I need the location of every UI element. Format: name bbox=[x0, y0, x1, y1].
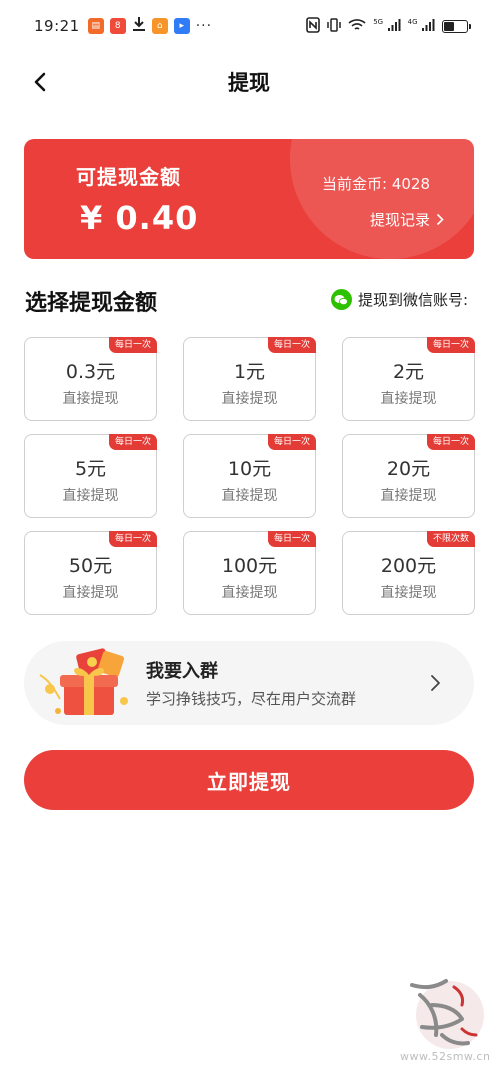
option-amount: 0.3元 bbox=[65, 360, 116, 383]
limit-badge: 每日一次 bbox=[267, 531, 316, 547]
option-desc: 直接提现 bbox=[62, 390, 119, 407]
battery-icon bbox=[442, 19, 471, 33]
wifi-icon bbox=[348, 18, 366, 35]
download-icon bbox=[132, 16, 146, 36]
limit-badge: 每日一次 bbox=[108, 337, 157, 353]
wechat-icon bbox=[330, 289, 352, 310]
nav-bar: 提现 bbox=[0, 60, 498, 104]
withdraw-record-label: 提现记录 bbox=[369, 211, 430, 229]
app-notification-icon: ▸ bbox=[173, 18, 190, 34]
limit-badge: 每日一次 bbox=[426, 337, 475, 353]
red-envelope-gift-icon bbox=[39, 648, 128, 715]
option-amount: 5元 bbox=[74, 457, 107, 480]
limit-badge: 每日一次 bbox=[426, 434, 475, 450]
limit-badge: 不限次数 bbox=[426, 531, 475, 547]
amount-option[interactable]: 不限次数 200元 直接提现 bbox=[342, 531, 475, 615]
option-amount: 50元 bbox=[68, 554, 113, 577]
app-notification-icon: ▤ bbox=[87, 18, 104, 34]
current-coins: 当前金币: 4028 bbox=[322, 175, 430, 193]
chevron-right-icon bbox=[436, 213, 444, 226]
join-group-title: 我要入群 bbox=[146, 661, 218, 682]
amount-option[interactable]: 每日一次 2元 直接提现 bbox=[342, 337, 475, 421]
amount-option[interactable]: 每日一次 20元 直接提现 bbox=[342, 434, 475, 518]
amount-option[interactable]: 每日一次 5元 直接提现 bbox=[24, 434, 157, 518]
more-notifications-icon: ··· bbox=[195, 18, 213, 34]
section-title: 选择提现金额 bbox=[25, 291, 158, 316]
status-bar: 19:21 ▤ 8 ⌂ ▸ ··· 5G 4G bbox=[0, 0, 498, 52]
page-title: 提现 bbox=[228, 71, 270, 95]
limit-badge: 每日一次 bbox=[267, 434, 316, 450]
option-amount: 20元 bbox=[386, 457, 431, 480]
amount-grid: 每日一次 0.3元 直接提现 每日一次 1元 直接提现 每日一次 2元 直接提现… bbox=[24, 337, 475, 615]
join-group-subtitle: 学习挣钱技巧，尽在用户交流群 bbox=[146, 690, 357, 708]
amount-option[interactable]: 每日一次 50元 直接提现 bbox=[24, 531, 157, 615]
option-amount: 10元 bbox=[227, 457, 272, 480]
decorative-circle bbox=[290, 139, 474, 259]
chevron-right-icon bbox=[431, 675, 440, 691]
amount-option[interactable]: 每日一次 0.3元 直接提现 bbox=[24, 337, 157, 421]
withdrawable-amount: ¥ 0.40 bbox=[80, 199, 199, 237]
chevron-left-icon bbox=[34, 72, 46, 92]
network-type-label: 5G bbox=[373, 17, 384, 26]
balance-card: 可提现金额 ¥ 0.40 当前金币: 4028 提现记录 bbox=[24, 139, 474, 259]
option-desc: 直接提现 bbox=[221, 487, 278, 504]
option-desc: 直接提现 bbox=[380, 487, 437, 504]
withdraw-now-button[interactable]: 立即提现 bbox=[24, 750, 474, 810]
join-group-banner[interactable]: 我要入群 学习挣钱技巧，尽在用户交流群 bbox=[24, 641, 474, 725]
status-left: 19:21 ▤ 8 ⌂ ▸ ··· bbox=[34, 16, 212, 36]
option-desc: 直接提现 bbox=[62, 487, 119, 504]
back-button[interactable] bbox=[26, 68, 54, 96]
option-desc: 直接提现 bbox=[380, 390, 437, 407]
withdraw-record-link[interactable]: 提现记录 bbox=[370, 209, 444, 230]
option-desc: 直接提现 bbox=[221, 584, 278, 601]
option-desc: 直接提现 bbox=[380, 584, 437, 601]
signal-5g-icon: 5G bbox=[373, 17, 401, 35]
watermark-url: www.52smw.cn bbox=[400, 1050, 491, 1063]
amount-option[interactable]: 每日一次 100元 直接提现 bbox=[183, 531, 316, 615]
option-amount: 200元 bbox=[380, 554, 437, 577]
app-notification-icon: ⌂ bbox=[151, 18, 168, 34]
wechat-account-label: 提现到微信账号: bbox=[357, 291, 468, 309]
option-desc: 直接提现 bbox=[62, 584, 119, 601]
withdraw-page: 19:21 ▤ 8 ⌂ ▸ ··· 5G 4G 提现 可提现金额 ¥ 0.40 … bbox=[0, 0, 498, 1080]
signal-4g-icon: 4G bbox=[408, 18, 435, 35]
limit-badge: 每日一次 bbox=[108, 531, 157, 547]
option-desc: 直接提现 bbox=[221, 390, 278, 407]
vibrate-icon bbox=[327, 17, 341, 36]
limit-badge: 每日一次 bbox=[267, 337, 316, 353]
amount-option[interactable]: 每日一次 10元 直接提现 bbox=[183, 434, 316, 518]
status-right: 5G 4G bbox=[306, 16, 471, 36]
network-type-label: 4G bbox=[407, 17, 418, 26]
option-amount: 100元 bbox=[221, 554, 278, 577]
nfc-icon bbox=[306, 16, 321, 36]
amount-option[interactable]: 每日一次 1元 直接提现 bbox=[183, 337, 316, 421]
option-amount: 1元 bbox=[233, 360, 266, 383]
wechat-account-link[interactable]: 提现到微信账号: bbox=[330, 289, 468, 310]
status-time: 19:21 bbox=[34, 17, 80, 35]
app-notification-icon: 8 bbox=[109, 18, 126, 34]
limit-badge: 每日一次 bbox=[108, 434, 157, 450]
withdrawable-label: 可提现金额 bbox=[76, 165, 181, 189]
option-amount: 2元 bbox=[392, 360, 425, 383]
